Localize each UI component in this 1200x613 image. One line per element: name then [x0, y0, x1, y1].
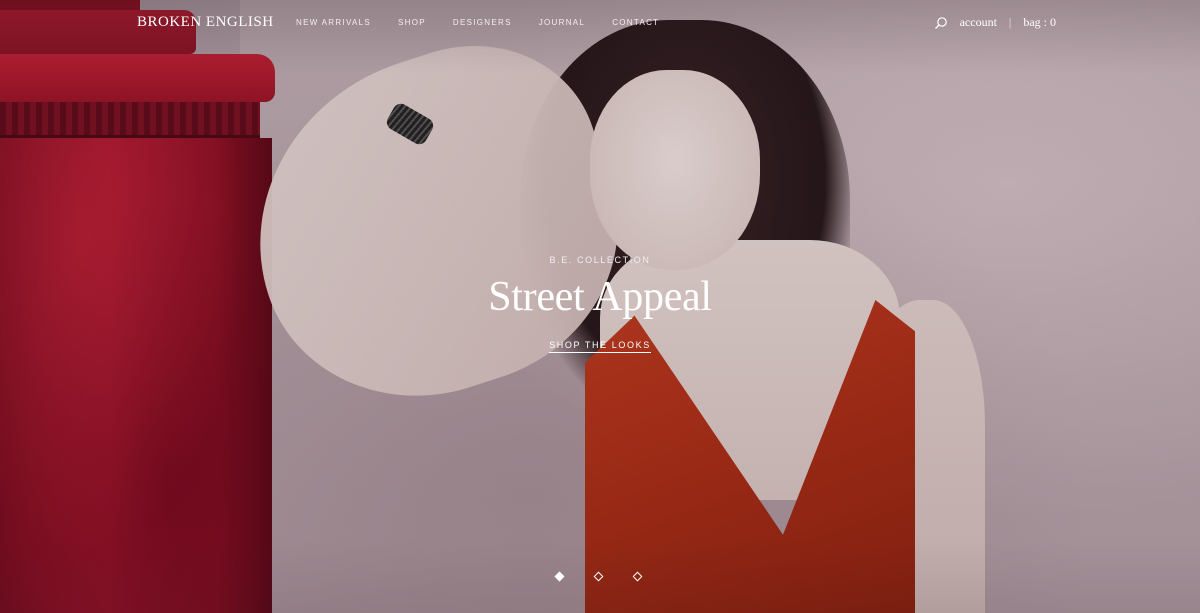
top-nav: BROKEN ENGLISH NEW ARRIVALS SHOP DESIGNE… [0, 0, 1200, 46]
collection-kicker: B.E. COLLECTION [549, 255, 651, 265]
account-link[interactable]: account [960, 15, 997, 30]
slider-dot-2[interactable] [593, 571, 604, 582]
nav-contact[interactable]: CONTACT [612, 18, 659, 27]
shop-the-looks-link[interactable]: SHOP THE LOOKS [549, 340, 651, 353]
slider-dots [554, 571, 643, 582]
nav-designers[interactable]: DESIGNERS [453, 18, 512, 27]
bag-link[interactable]: bag : 0 [1023, 15, 1056, 30]
nav-new-arrivals[interactable]: NEW ARRIVALS [296, 18, 371, 27]
user-nav: account | bag : 0 [934, 15, 1056, 30]
main-menu: NEW ARRIVALS SHOP DESIGNERS JOURNAL CONT… [296, 18, 686, 27]
slider-dot-3[interactable] [632, 571, 643, 582]
slider-dot-1[interactable] [554, 571, 565, 582]
brand-logo[interactable]: BROKEN ENGLISH [137, 14, 274, 31]
search-icon[interactable] [934, 16, 948, 30]
hero-copy: B.E. COLLECTION Street Appeal SHOP THE L… [0, 255, 1200, 353]
nav-separator: | [1008, 15, 1012, 29]
hero-banner: BROKEN ENGLISH NEW ARRIVALS SHOP DESIGNE… [0, 0, 1200, 613]
nav-shop[interactable]: SHOP [398, 18, 426, 27]
hero-headline: Street Appeal [488, 274, 712, 320]
nav-journal[interactable]: JOURNAL [539, 18, 585, 27]
